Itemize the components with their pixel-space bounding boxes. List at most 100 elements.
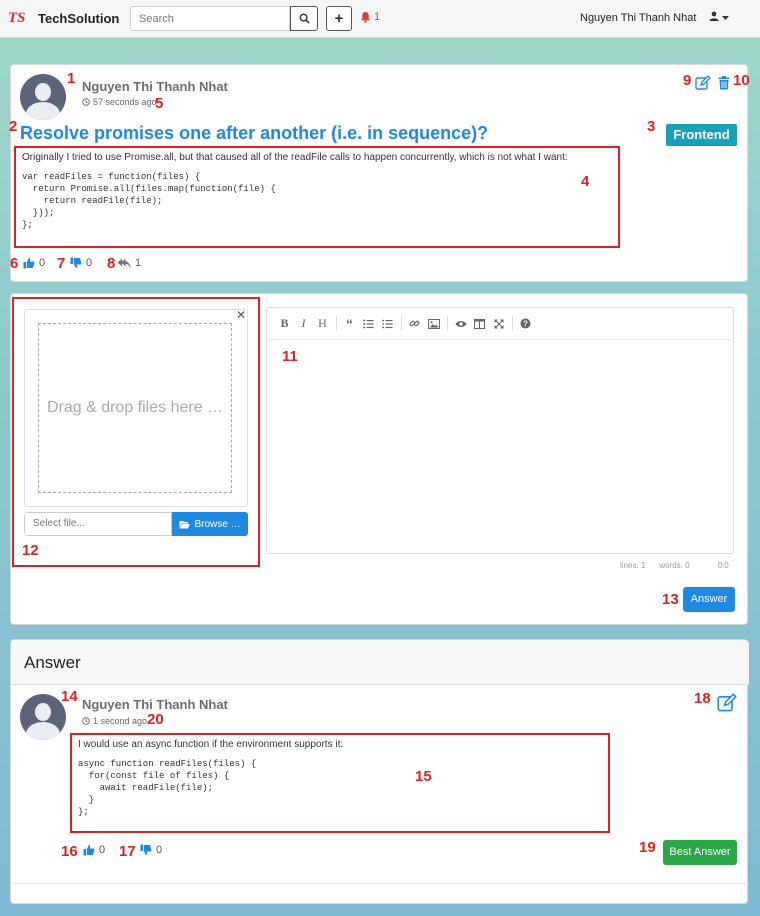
answer-body: I would use an async function if the env… [70, 733, 610, 833]
nav-user-name[interactable]: Nguyen Thi Thanh Nhat [580, 12, 696, 24]
annotation-8: 8 [107, 255, 116, 272]
answer-code-block: async function readFiles(files) { for(co… [78, 759, 257, 817]
italic-icon[interactable]: I [296, 316, 311, 331]
search-input[interactable] [130, 6, 290, 31]
add-question-button[interactable]: + [326, 6, 352, 31]
reply-all-icon [117, 258, 131, 268]
question-dislike-button[interactable]: 0 [70, 257, 92, 269]
question-body-text: Originally I tried to use Promise.all, b… [22, 152, 568, 163]
unordered-list-icon[interactable] [361, 316, 376, 331]
file-path-input[interactable]: Select file... [24, 512, 172, 536]
quote-icon[interactable]: “ [342, 316, 357, 332]
svg-text:?: ? [523, 319, 528, 328]
answer-timestamp: 1 second ago [82, 716, 147, 726]
submit-answer-button[interactable]: Answer [683, 587, 735, 612]
question-reply-button[interactable]: 1 [117, 257, 141, 269]
annotation-19: 19 [639, 839, 656, 856]
user-icon [709, 11, 719, 21]
drop-zone[interactable]: Drag & drop files here … [38, 323, 232, 493]
plus-icon: + [334, 10, 344, 27]
edit-question-button[interactable] [694, 74, 712, 92]
answer-like-button[interactable]: 0 [83, 844, 105, 856]
annotation-15: 15 [415, 768, 432, 785]
logo[interactable]: TS TechSolution [8, 8, 119, 28]
logo-mark: TS [8, 9, 26, 26]
status-words: words: 0 [659, 561, 690, 570]
question-title[interactable]: Resolve promises one after another (i.e.… [20, 123, 488, 144]
browse-label: Browse … [194, 518, 241, 530]
annotation-3: 3 [647, 118, 656, 135]
drop-zone-text: Drag & drop files here … [46, 399, 224, 416]
answers-header: Answer [11, 640, 749, 685]
best-answer-button[interactable]: Best Answer [663, 840, 737, 865]
side-by-side-icon[interactable] [472, 316, 487, 331]
annotation-6: 6 [10, 255, 19, 272]
thumbs-up-icon [23, 258, 35, 269]
annotation-11: 11 [282, 348, 298, 365]
question-like-count: 0 [39, 257, 46, 269]
browse-button[interactable]: Browse … [172, 512, 248, 536]
annotation-5: 5 [155, 95, 164, 112]
folder-open-icon [179, 520, 191, 528]
status-cursor: 0:0 [717, 561, 729, 570]
answers-footer-divider [11, 883, 749, 884]
annotation-1: 1 [67, 70, 76, 87]
question-tag[interactable]: Frontend [666, 124, 737, 146]
bold-icon[interactable]: B [277, 316, 292, 331]
markdown-editor[interactable]: B I H “ ? [266, 307, 734, 554]
answer-author-avatar[interactable] [20, 694, 66, 740]
ordered-list-icon[interactable] [380, 316, 395, 331]
user-menu[interactable] [709, 11, 730, 24]
link-icon[interactable] [407, 316, 422, 331]
navbar: TS TechSolution + 1 Nguyen Thi Thanh Nha… [0, 0, 760, 38]
annotation-4: 4 [581, 173, 590, 190]
close-upload-icon[interactable]: ✕ [236, 308, 246, 322]
edit-icon [695, 75, 711, 90]
question-like-button[interactable]: 0 [23, 257, 45, 269]
question-reply-count: 1 [135, 257, 142, 269]
editor-toolbar: B I H “ ? [267, 308, 733, 340]
answer-dislike-count: 0 [156, 844, 163, 856]
delete-question-button[interactable] [716, 74, 732, 92]
clock-icon [82, 98, 90, 106]
answer-like-count: 0 [99, 844, 106, 856]
annotation-13: 13 [662, 591, 679, 608]
annotation-14: 14 [61, 688, 78, 705]
search-button[interactable] [290, 6, 318, 31]
file-upload-panel: Drag & drop files here … ✕ Select file..… [12, 297, 260, 567]
annotation-16: 16 [61, 843, 78, 860]
clock-icon [82, 717, 90, 725]
edit-answer-button[interactable] [716, 692, 738, 714]
annotation-7: 7 [57, 255, 66, 272]
notification-count: 1 [374, 11, 381, 23]
heading-icon[interactable]: H [315, 316, 330, 331]
thumbs-down-icon [70, 257, 82, 268]
brand-name: TechSolution [38, 10, 120, 26]
fullscreen-icon[interactable] [491, 316, 506, 331]
annotation-9: 9 [683, 72, 692, 89]
search-icon [299, 13, 310, 24]
preview-eye-icon[interactable] [453, 316, 468, 331]
annotation-10: 10 [733, 72, 750, 89]
question-time-text: 57 seconds ago [93, 97, 157, 107]
answers-heading: Answer [24, 653, 81, 672]
annotation-17: 17 [119, 843, 136, 860]
notifications[interactable]: 1 [360, 11, 380, 23]
question-dislike-count: 0 [86, 257, 93, 269]
question-author-avatar[interactable] [20, 74, 66, 120]
thumbs-down-icon [140, 844, 152, 855]
editor-statusbar: lines: 1 words: 0 0:0 [620, 561, 729, 570]
caret-down-icon [722, 16, 730, 20]
help-icon[interactable]: ? [518, 316, 533, 331]
image-icon[interactable] [426, 316, 441, 331]
thumbs-up-icon [83, 845, 95, 856]
answer-author-name[interactable]: Nguyen Thi Thanh Nhat [82, 697, 228, 712]
question-code-block: var readFiles = function(files) { return… [22, 172, 276, 230]
annotation-2: 2 [9, 118, 18, 135]
trash-icon [718, 76, 730, 90]
answer-dislike-button[interactable]: 0 [140, 844, 162, 856]
status-lines: lines: 1 [620, 561, 646, 570]
annotation-18: 18 [694, 690, 711, 707]
answer-body-text: I would use an async function if the env… [78, 739, 344, 750]
question-author-name[interactable]: Nguyen Thi Thanh Nhat [82, 79, 228, 94]
